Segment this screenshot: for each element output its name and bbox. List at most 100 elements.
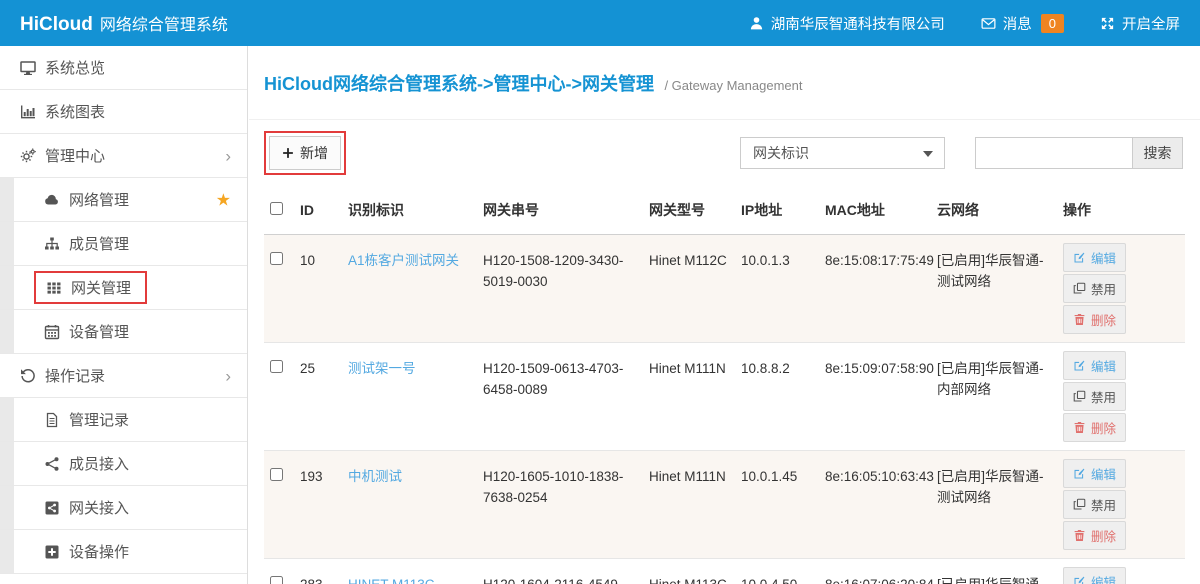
cloud-icon xyxy=(44,192,60,208)
sidebar-item[interactable]: 操作记录 › xyxy=(0,354,247,398)
add-button-label: 新增 xyxy=(300,143,328,163)
cell-mac: 8e:15:08:17:75:49 xyxy=(825,253,934,268)
edit-button[interactable]: 编辑 xyxy=(1063,567,1126,584)
col-header-name: 识别标识 xyxy=(342,188,477,235)
sidebar-item-label: 网络管理 xyxy=(69,189,129,210)
sidebar-item-label: 系统图表 xyxy=(45,101,105,122)
gateway-name-link[interactable]: 测试架一号 xyxy=(348,361,416,376)
cell-ip: 10.0.1.3 xyxy=(741,253,790,268)
sidebar-item[interactable]: 成员接入 xyxy=(0,442,247,486)
favorite-star-icon[interactable]: ★ xyxy=(216,191,231,208)
gateway-name-link[interactable]: HINET M113C xyxy=(348,577,435,584)
plus-square-icon xyxy=(44,544,60,560)
breadcrumb: HiCloud网络综合管理系统->管理中心->网关管理 / Gateway Ma… xyxy=(249,46,1200,120)
sidebar: 系统总览系统图表管理中心› 网络管理 ★ 成员管理网关管理设备管理操作记录 › 管理记录成… xyxy=(0,46,248,584)
disable-button-label: 禁用 xyxy=(1091,495,1116,514)
disable-button-label: 禁用 xyxy=(1091,387,1116,406)
search-button[interactable]: 搜索 xyxy=(1133,137,1183,169)
company-name: 湖南华辰智通科技有限公司 xyxy=(771,13,945,34)
brand-subtitle: 网络综合管理系统 xyxy=(100,11,228,35)
table-row: 25测试架一号H120-1509-0613-4703-6458-0089Hine… xyxy=(264,343,1185,451)
disable-button[interactable]: 禁用 xyxy=(1063,382,1126,411)
disable-button[interactable]: 禁用 xyxy=(1063,274,1126,303)
sidebar-item-label: 网关管理 xyxy=(71,277,131,298)
filter-dropdown[interactable]: 网关标识 xyxy=(740,137,945,169)
trash-icon xyxy=(1073,421,1086,434)
monitor-icon xyxy=(20,60,36,76)
cell-id: 25 xyxy=(300,361,315,376)
row-checkbox[interactable] xyxy=(270,360,283,373)
sidebar-item[interactable]: 设备操作 xyxy=(0,530,247,574)
sidebar-item[interactable]: 系统图表 xyxy=(0,90,247,134)
fullscreen-toggle[interactable]: 开启全屏 xyxy=(1100,13,1180,34)
cell-model: Hinet M112C xyxy=(649,253,727,268)
edit-icon xyxy=(1073,359,1086,372)
gears-icon xyxy=(20,148,36,164)
main-content: HiCloud网络综合管理系统->管理中心->网关管理 / Gateway Ma… xyxy=(249,46,1200,584)
table-row: 193中机测试H120-1605-1010-1838-7638-0254Hine… xyxy=(264,451,1185,559)
sidebar-item-label: 设备管理 xyxy=(69,321,129,342)
gateway-name-link[interactable]: A1栋客户测试网关 xyxy=(348,253,459,268)
chevron-right-icon: › xyxy=(225,367,231,384)
sidebar-item-label: 成员管理 xyxy=(69,233,129,254)
app-logo: HiCloud 网络综合管理系统 xyxy=(20,11,228,36)
sidebar-item-label: 系统总览 xyxy=(45,57,105,78)
delete-button[interactable]: 删除 xyxy=(1063,413,1126,442)
edit-button[interactable]: 编辑 xyxy=(1063,243,1126,272)
sidebar-item-label: 操作记录 xyxy=(45,365,105,386)
cell-mac: 8e:16:07:06:20:84 xyxy=(825,577,934,584)
company-menu[interactable]: 湖南华辰智通科技有限公司 xyxy=(749,13,945,34)
file-icon xyxy=(44,412,60,428)
cell-id: 10 xyxy=(300,253,315,268)
sitemap-icon xyxy=(44,236,60,252)
messages-menu[interactable]: 消息 0 xyxy=(981,13,1064,34)
chart-icon xyxy=(20,104,36,120)
expand-icon xyxy=(1100,16,1115,31)
edit-button[interactable]: 编辑 xyxy=(1063,351,1126,380)
delete-button[interactable]: 删除 xyxy=(1063,521,1126,550)
edit-icon xyxy=(1073,467,1086,480)
sidebar-item[interactable]: 网关管理 xyxy=(0,266,247,310)
clone-icon xyxy=(1073,390,1086,403)
clone-icon xyxy=(1073,498,1086,511)
row-checkbox[interactable] xyxy=(270,576,283,584)
edit-icon xyxy=(1073,251,1086,264)
sidebar-item[interactable]: 设备管理 xyxy=(0,310,247,354)
edit-button-label: 编辑 xyxy=(1091,572,1116,584)
cell-model: Hinet M111N xyxy=(649,469,726,484)
row-checkbox[interactable] xyxy=(270,468,283,481)
sidebar-item[interactable]: 管理中心› xyxy=(0,134,247,178)
sidebar-item[interactable]: 网关接入 xyxy=(0,486,247,530)
edit-button-label: 编辑 xyxy=(1091,248,1116,267)
delete-button-label: 删除 xyxy=(1091,310,1116,329)
sidebar-item[interactable]: 系统总览 xyxy=(0,46,247,90)
sidebar-item-label: 设备操作 xyxy=(69,541,129,562)
sidebar-item[interactable]: 网络管理 ★ xyxy=(0,178,247,222)
sidebar-item[interactable]: 管理记录 xyxy=(0,398,247,442)
user-icon xyxy=(749,16,764,31)
row-checkbox[interactable] xyxy=(270,252,283,265)
cell-serial: H120-1604-2116-4549-6166-0234 xyxy=(483,577,622,584)
annotation-box-add: 新增 xyxy=(264,131,346,175)
gateway-name-link[interactable]: 中机测试 xyxy=(348,469,402,484)
fullscreen-label: 开启全屏 xyxy=(1122,13,1180,34)
col-header-id: ID xyxy=(294,188,342,235)
disable-button-label: 禁用 xyxy=(1091,279,1116,298)
page-subtitle: / Gateway Management xyxy=(664,78,802,93)
disable-button[interactable]: 禁用 xyxy=(1063,490,1126,519)
cell-ip: 10.0.1.45 xyxy=(741,469,797,484)
edit-button[interactable]: 编辑 xyxy=(1063,459,1126,488)
delete-button[interactable]: 删除 xyxy=(1063,305,1126,334)
col-header-serial: 网关串号 xyxy=(477,188,643,235)
sidebar-item-label: 网关接入 xyxy=(69,497,129,518)
col-header-ip: IP地址 xyxy=(735,188,819,235)
search-input[interactable] xyxy=(975,137,1133,169)
cell-mac: 8e:15:09:07:58:90 xyxy=(825,361,934,376)
select-all-checkbox[interactable] xyxy=(270,202,283,215)
cell-serial: H120-1508-1209-3430-5019-0030 xyxy=(483,253,623,289)
messages-count-badge: 0 xyxy=(1041,14,1064,33)
sidebar-item[interactable]: 成员管理 xyxy=(0,222,247,266)
add-button[interactable]: 新增 xyxy=(269,136,341,170)
cell-mac: 8e:16:05:10:63:43 xyxy=(825,469,934,484)
edit-button-label: 编辑 xyxy=(1091,356,1116,375)
